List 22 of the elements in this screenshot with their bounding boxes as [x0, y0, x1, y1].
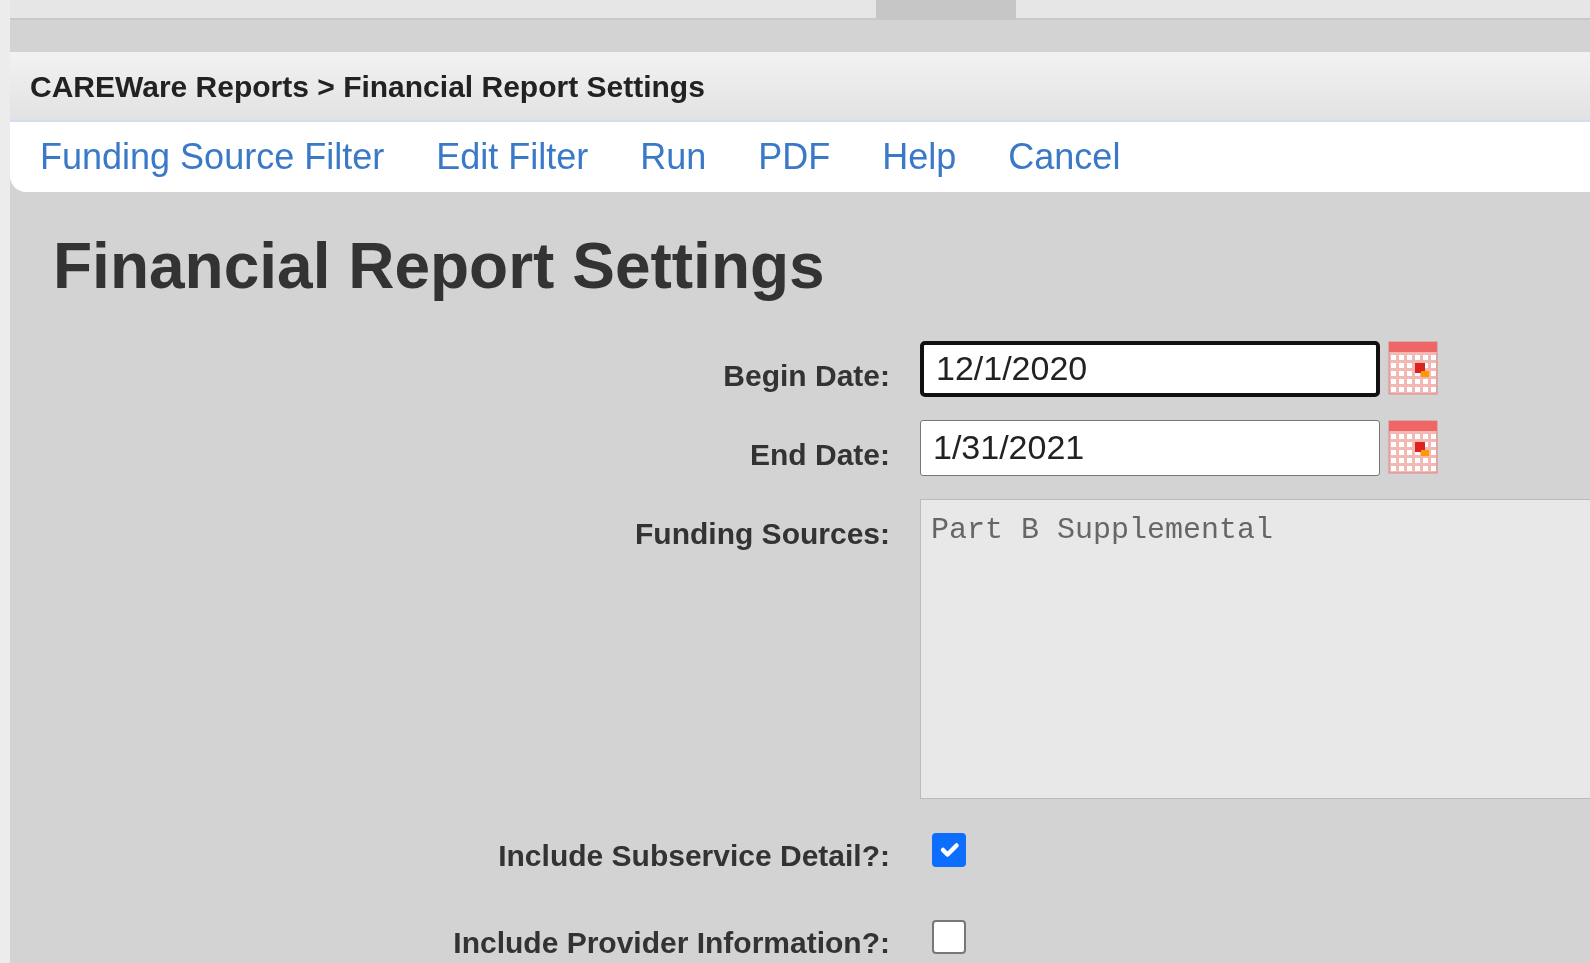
calendar-icon[interactable]: [1388, 340, 1438, 395]
date-field[interactable]: 12/1/2020: [920, 340, 1380, 397]
field-label: Funding Sources:: [635, 516, 890, 550]
field-label: Begin Date:: [723, 358, 890, 392]
field-label: Include Subservice Detail?:: [498, 838, 890, 872]
menu-link[interactable]: Funding Source Filter: [40, 130, 385, 184]
funding-sources-list[interactable]: Part B Supplemental: [920, 498, 1590, 799]
menu-link[interactable]: PDF: [758, 130, 831, 184]
date-field[interactable]: 1/31/2021: [920, 419, 1380, 476]
list-item[interactable]: Part B Supplemental: [931, 512, 1274, 547]
breadcrumb: CAREWare Reports > Financial Report Settings: [30, 68, 705, 105]
menu-link[interactable]: Cancel: [1008, 130, 1121, 184]
checkbox[interactable]: [932, 832, 966, 867]
field-label: End Date:: [750, 437, 890, 471]
menu-link[interactable]: Help: [882, 130, 957, 184]
menu-link[interactable]: Run: [640, 130, 707, 184]
menu-link[interactable]: Edit Filter: [436, 130, 589, 184]
page-title: Financial Report Settings: [53, 229, 826, 304]
scrollbar-thumb[interactable]: [876, 0, 1016, 18]
checkbox[interactable]: [932, 919, 966, 954]
calendar-icon[interactable]: [1388, 419, 1438, 474]
field-label: Include Provider Information?:: [453, 925, 890, 959]
